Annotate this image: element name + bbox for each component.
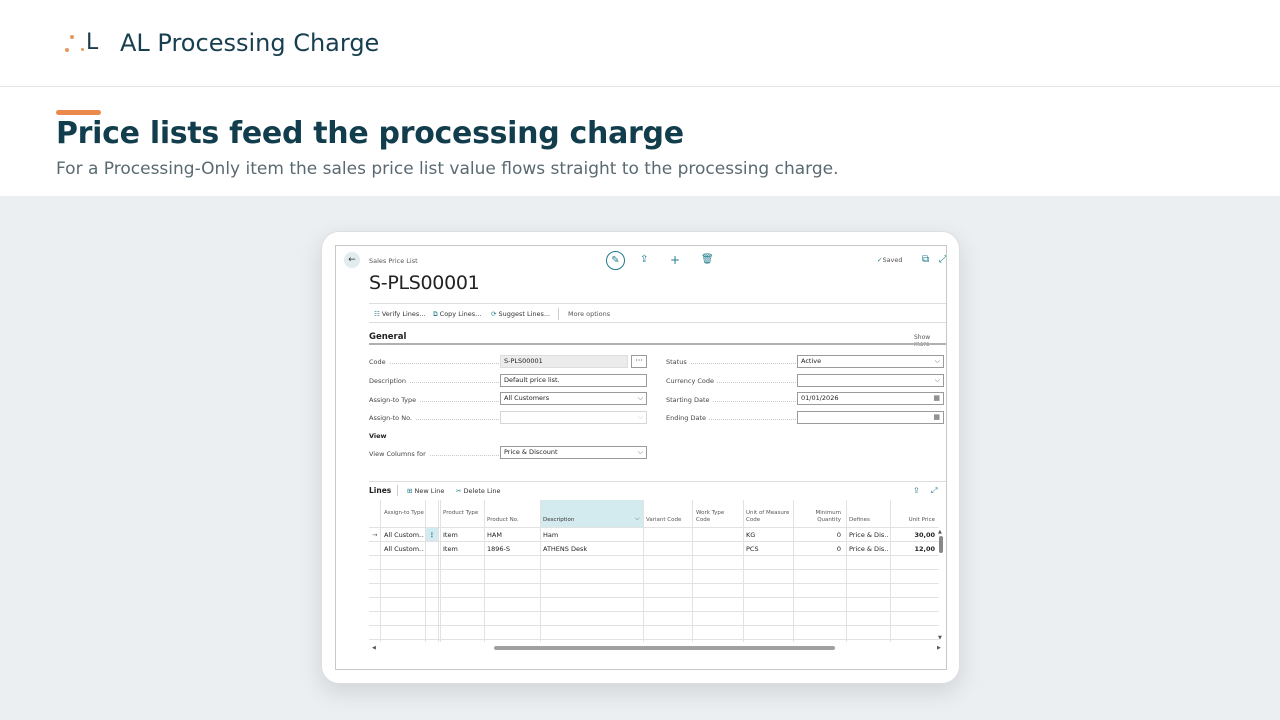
accent-bar	[56, 110, 101, 115]
vertical-scrollbar[interactable]	[939, 536, 943, 553]
chevron-down-icon: ⌵	[637, 394, 643, 402]
scroll-left-icon[interactable]: ◀	[372, 645, 376, 651]
verify-lines-button[interactable]: ☷ Verify Lines...	[374, 310, 425, 318]
scroll-down-icon[interactable]: ▼	[938, 635, 942, 641]
status-label: Status	[666, 358, 796, 366]
collapse-icon[interactable]: ⤢	[939, 254, 946, 265]
table-row[interactable]	[369, 555, 939, 569]
ending-date-field[interactable]: ▦	[797, 411, 944, 424]
open-new-window-icon[interactable]: ⧉	[922, 254, 929, 265]
scroll-up-icon[interactable]: ▲	[938, 529, 942, 535]
table-row[interactable]	[369, 569, 939, 583]
sort-chevron-icon[interactable]: ⌵	[635, 515, 640, 523]
view-columns-label: View Columns for	[369, 450, 499, 458]
starting-date-label: Starting Date	[666, 396, 796, 404]
assign-to-no-label: Assign-to No.	[369, 414, 499, 422]
code-field[interactable]: S-PLS00001	[500, 355, 628, 368]
copy-lines-button[interactable]: ⧉ Copy Lines...	[433, 310, 481, 319]
tablet-frame: ← Sales Price List S-PLS00001 ✎ ⇪ + 🗑 ✓S…	[321, 231, 960, 684]
edit-pencil-icon[interactable]: ✎	[606, 251, 625, 270]
slide-heading: Price lists feed the processing charge	[56, 116, 684, 151]
more-options-button[interactable]: More options	[568, 310, 610, 318]
suggest-lines-button[interactable]: ⟳ Suggest Lines...	[491, 310, 550, 318]
code-label: Code	[369, 358, 499, 366]
view-group-title: View	[369, 432, 387, 440]
table-row[interactable]: All Custom... Item 1896-S ATHENS Desk PC…	[369, 541, 939, 555]
table-row[interactable]	[369, 625, 939, 639]
general-section-title[interactable]: General	[369, 332, 406, 342]
code-assist-edit-button[interactable]: ···	[631, 355, 647, 368]
description-field[interactable]: Default price list.	[500, 374, 647, 387]
lines-share-icon[interactable]: ⇪	[913, 486, 920, 495]
lines-section-title[interactable]: Lines	[369, 486, 391, 495]
bc-page: ← Sales Price List S-PLS00001 ✎ ⇪ + 🗑 ✓S…	[335, 245, 947, 670]
page-title: S-PLS00001	[369, 272, 480, 294]
table-row[interactable]	[369, 611, 939, 625]
description-label: Description	[369, 377, 499, 385]
breadcrumb: Sales Price List	[369, 257, 418, 265]
assign-to-no-select[interactable]: ⌵	[500, 411, 647, 424]
starting-date-field[interactable]: 01/01/2026 ▦	[797, 392, 944, 405]
row-pointer-icon: →	[372, 531, 378, 539]
top-bar: L AL Processing Charge	[0, 0, 1280, 87]
new-line-button[interactable]: ⊞ New Line	[407, 487, 444, 495]
saved-status: ✓Saved	[877, 256, 903, 264]
view-columns-select[interactable]: Price & Discount ⌵	[500, 446, 647, 459]
copy-icon: ⧉	[433, 310, 438, 318]
lines-expand-icon[interactable]: ⤢	[931, 486, 937, 496]
status-select[interactable]: Active ⌵	[797, 355, 944, 368]
scroll-right-icon[interactable]: ▶	[937, 645, 941, 651]
chevron-down-icon: ⌵	[637, 413, 643, 421]
new-plus-icon[interactable]: +	[670, 253, 680, 267]
app-title: AL Processing Charge	[120, 29, 380, 57]
table-row[interactable]: → All Custom... ⋮ Item HAM Ham KG 0 Pric…	[369, 527, 939, 542]
table-row[interactable]	[369, 597, 939, 611]
ending-date-label: Ending Date	[666, 414, 796, 422]
currency-code-label: Currency Code	[666, 377, 796, 385]
row-menu-icon[interactable]: ⋮	[426, 528, 438, 542]
chevron-down-icon: ⌵	[934, 376, 940, 384]
calendar-icon[interactable]: ▦	[933, 393, 940, 404]
chevron-down-icon: ⌵	[637, 448, 643, 456]
chevron-down-icon: ⌵	[934, 357, 940, 365]
screenshot-stage: ← Sales Price List S-PLS00001 ✎ ⇪ + 🗑 ✓S…	[0, 196, 1280, 720]
assign-to-type-select[interactable]: All Customers ⌵	[500, 392, 647, 405]
share-icon[interactable]: ⇪	[640, 254, 648, 265]
assign-to-type-label: Assign-to Type	[369, 396, 499, 404]
show-more-link[interactable]: Show more	[914, 334, 946, 348]
delete-trash-icon[interactable]: 🗑	[701, 254, 714, 265]
table-row[interactable]	[369, 583, 939, 597]
verify-icon: ☷	[374, 310, 380, 318]
lines-grid: Assign-to Type Product Type Product No. …	[369, 500, 939, 642]
slide-subheading: For a Processing-Only item the sales pri…	[56, 159, 839, 179]
new-line-icon: ⊞	[407, 487, 413, 495]
action-bar: ☷ Verify Lines... ⧉ Copy Lines... ⟳ Suggest…	[369, 303, 946, 323]
currency-code-select[interactable]: ⌵	[797, 374, 944, 387]
horizontal-scrollbar[interactable]	[494, 646, 835, 650]
calendar-icon[interactable]: ▦	[933, 412, 940, 423]
back-button[interactable]: ←	[344, 252, 360, 268]
delete-line-button[interactable]: ✂ Delete Line	[456, 487, 501, 495]
brand-logo: L	[63, 30, 103, 58]
delete-line-icon: ✂	[456, 487, 462, 495]
suggest-icon: ⟳	[491, 310, 497, 318]
